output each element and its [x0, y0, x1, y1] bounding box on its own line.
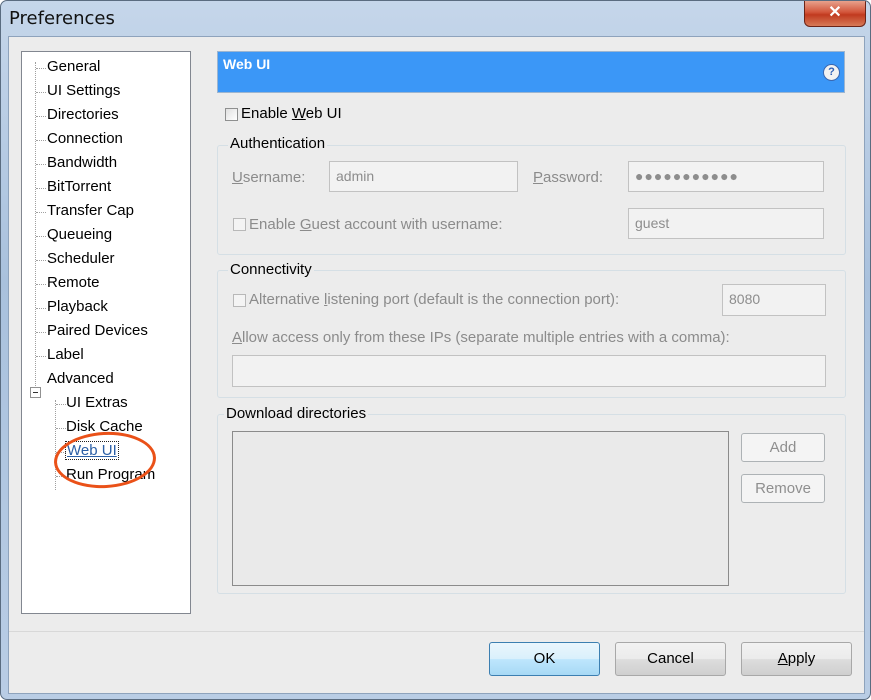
tree-item-general[interactable]: General	[47, 58, 100, 75]
alt-port-checkbox[interactable]	[233, 294, 246, 307]
collapse-icon[interactable]	[30, 387, 41, 398]
tree-connector	[36, 308, 46, 309]
authentication-title: Authentication	[228, 135, 328, 152]
guest-username-field[interactable]: guest	[628, 208, 824, 239]
preferences-window: Preferences ✕ General UI Settings Director…	[0, 0, 871, 700]
username-label: Username:	[232, 169, 306, 186]
allow-ips-field[interactable]	[232, 355, 826, 387]
remove-button[interactable]: Remove	[741, 474, 825, 503]
tree-item-connection[interactable]: Connection	[47, 130, 123, 147]
tree-connector	[36, 284, 46, 285]
password-field[interactable]: ●●●●●●●●●●●	[628, 161, 824, 192]
username-field[interactable]: admin	[329, 161, 518, 192]
close-button[interactable]: ✕	[804, 1, 866, 27]
tree-item-ui-extras[interactable]: UI Extras	[66, 394, 128, 411]
tree-connector	[36, 236, 46, 237]
tree-connector	[36, 92, 46, 93]
tree-connector	[36, 68, 46, 69]
tree-connector	[36, 116, 46, 117]
tree-item-scheduler[interactable]: Scheduler	[47, 250, 115, 267]
tree-item-playback[interactable]: Playback	[47, 298, 108, 315]
tree-connector	[36, 356, 46, 357]
tree-item-label[interactable]: Label	[47, 346, 84, 363]
download-dirs-list[interactable]	[232, 431, 729, 586]
tree-connector	[36, 140, 46, 141]
tree-item-remote[interactable]: Remote	[47, 274, 100, 291]
category-tree[interactable]: General UI Settings Directories Connection B…	[21, 51, 191, 614]
tree-item-ui-settings[interactable]: UI Settings	[47, 82, 120, 99]
download-dirs-title: Download directories	[224, 405, 369, 422]
footer-divider	[9, 631, 864, 632]
alt-port-label[interactable]: Alternative listening port (default is t…	[249, 291, 619, 308]
enable-webui-label[interactable]: Enable Web UI	[241, 105, 342, 122]
guest-account-checkbox[interactable]	[233, 218, 246, 231]
tree-connector	[36, 260, 46, 261]
tree-item-bandwidth[interactable]: Bandwidth	[47, 154, 117, 171]
ok-button[interactable]: OK	[489, 642, 600, 676]
alt-port-field[interactable]: 8080	[722, 284, 826, 316]
tree-item-advanced[interactable]: Advanced	[47, 370, 114, 387]
page-header: Web UI ?	[217, 51, 845, 93]
password-label: Password:	[533, 169, 604, 186]
tree-item-queueing[interactable]: Queueing	[47, 226, 112, 243]
page-title: Web UI	[223, 56, 271, 72]
title-bar[interactable]: Preferences ✕	[1, 1, 870, 37]
apply-button[interactable]: Apply	[741, 642, 852, 676]
allow-ips-label: Allow access only from these IPs (separa…	[232, 329, 730, 346]
tree-item-directories[interactable]: Directories	[47, 106, 119, 123]
add-button[interactable]: Add	[741, 433, 825, 462]
tree-connector	[36, 164, 46, 165]
tree-item-bittorrent[interactable]: BitTorrent	[47, 178, 111, 195]
guest-account-label[interactable]: Enable Guest account with username:	[249, 216, 502, 233]
tree-connector	[35, 62, 36, 392]
tree-connector	[56, 428, 66, 429]
enable-webui-checkbox[interactable]	[225, 108, 238, 121]
window-title: Preferences	[9, 8, 115, 29]
tree-connector	[56, 404, 66, 405]
dialog-client: General UI Settings Directories Connection B…	[8, 36, 865, 694]
help-icon[interactable]: ?	[823, 64, 840, 81]
tree-connector	[36, 332, 46, 333]
tree-connector	[36, 188, 46, 189]
tree-item-paired-devices[interactable]: Paired Devices	[47, 322, 148, 339]
tree-connector	[36, 212, 46, 213]
connectivity-title: Connectivity	[228, 261, 314, 278]
cancel-button[interactable]: Cancel	[615, 642, 726, 676]
tree-item-transfer-cap[interactable]: Transfer Cap	[47, 202, 134, 219]
